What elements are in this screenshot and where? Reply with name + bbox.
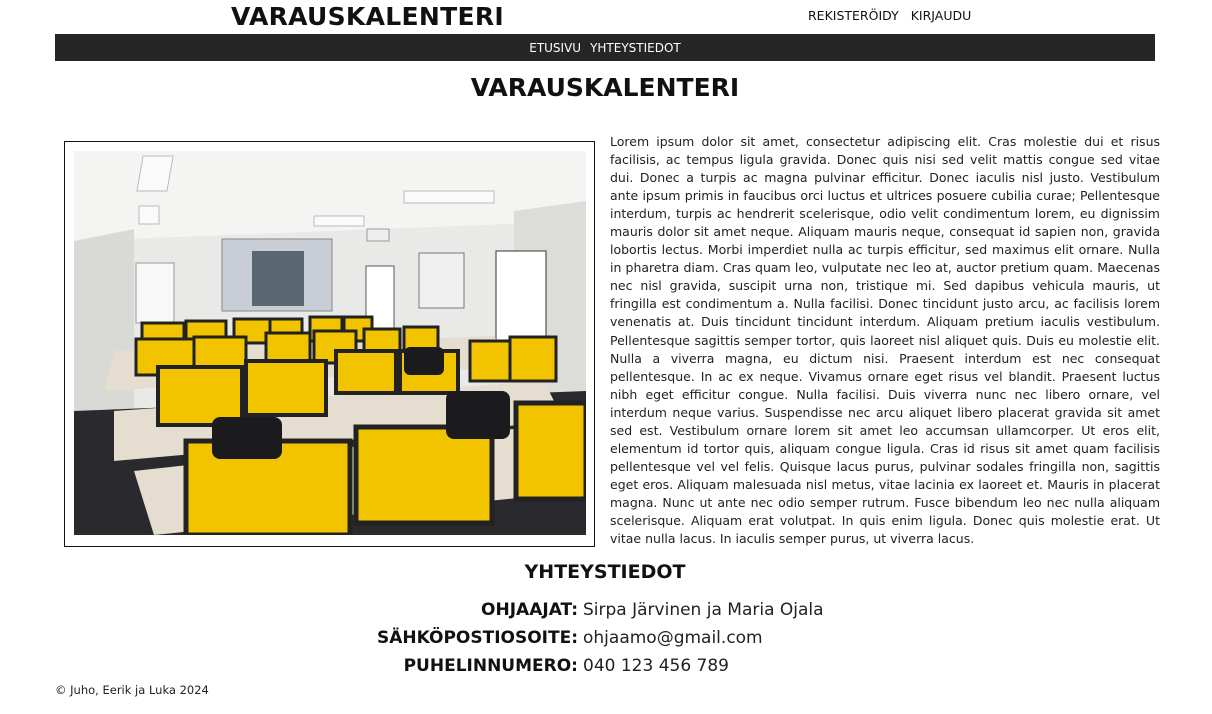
- footer-copyright: © Juho, Eerik ja Luka 2024: [55, 683, 209, 697]
- instructors-value: Sirpa Järvinen ja Maria Ojala: [583, 600, 824, 620]
- contact-row-phone: PUHELINNUMERO: 040 123 456 789: [0, 654, 1212, 678]
- main-navbar: ETUSIVU YHTEYSTIEDOT: [55, 34, 1155, 61]
- nav-item-contact[interactable]: YHTEYSTIEDOT: [590, 41, 681, 55]
- auth-links: REKISTERÖIDY KIRJAUDU: [808, 8, 971, 24]
- contact-heading: YHTEYSTIEDOT: [524, 561, 686, 583]
- site-title: VARAUSKALENTERI: [231, 2, 504, 31]
- nav-item-home[interactable]: ETUSIVU: [529, 41, 581, 55]
- page-heading: VARAUSKALENTERI: [470, 73, 740, 102]
- email-value: ohjaamo@gmail.com: [583, 628, 763, 648]
- photo-frame: [64, 141, 595, 547]
- register-link[interactable]: REKISTERÖIDY: [808, 8, 899, 24]
- login-link[interactable]: KIRJAUDU: [911, 8, 972, 24]
- phone-value: 040 123 456 789: [583, 656, 730, 676]
- phone-label: PUHELINNUMERO:: [403, 656, 578, 676]
- contact-row-email: SÄHKÖPOSTIOSOITE: ohjaamo@gmail.com: [0, 626, 1212, 650]
- contact-row-instructors: OHJAAJAT: Sirpa Järvinen ja Maria Ojala: [0, 598, 1212, 622]
- instructors-label: OHJAAJAT:: [481, 600, 578, 620]
- intro-paragraph: Lorem ipsum dolor sit amet, consectetur …: [610, 134, 1160, 547]
- email-label: SÄHKÖPOSTIOSOITE:: [376, 628, 578, 648]
- classroom-photo: [74, 151, 586, 535]
